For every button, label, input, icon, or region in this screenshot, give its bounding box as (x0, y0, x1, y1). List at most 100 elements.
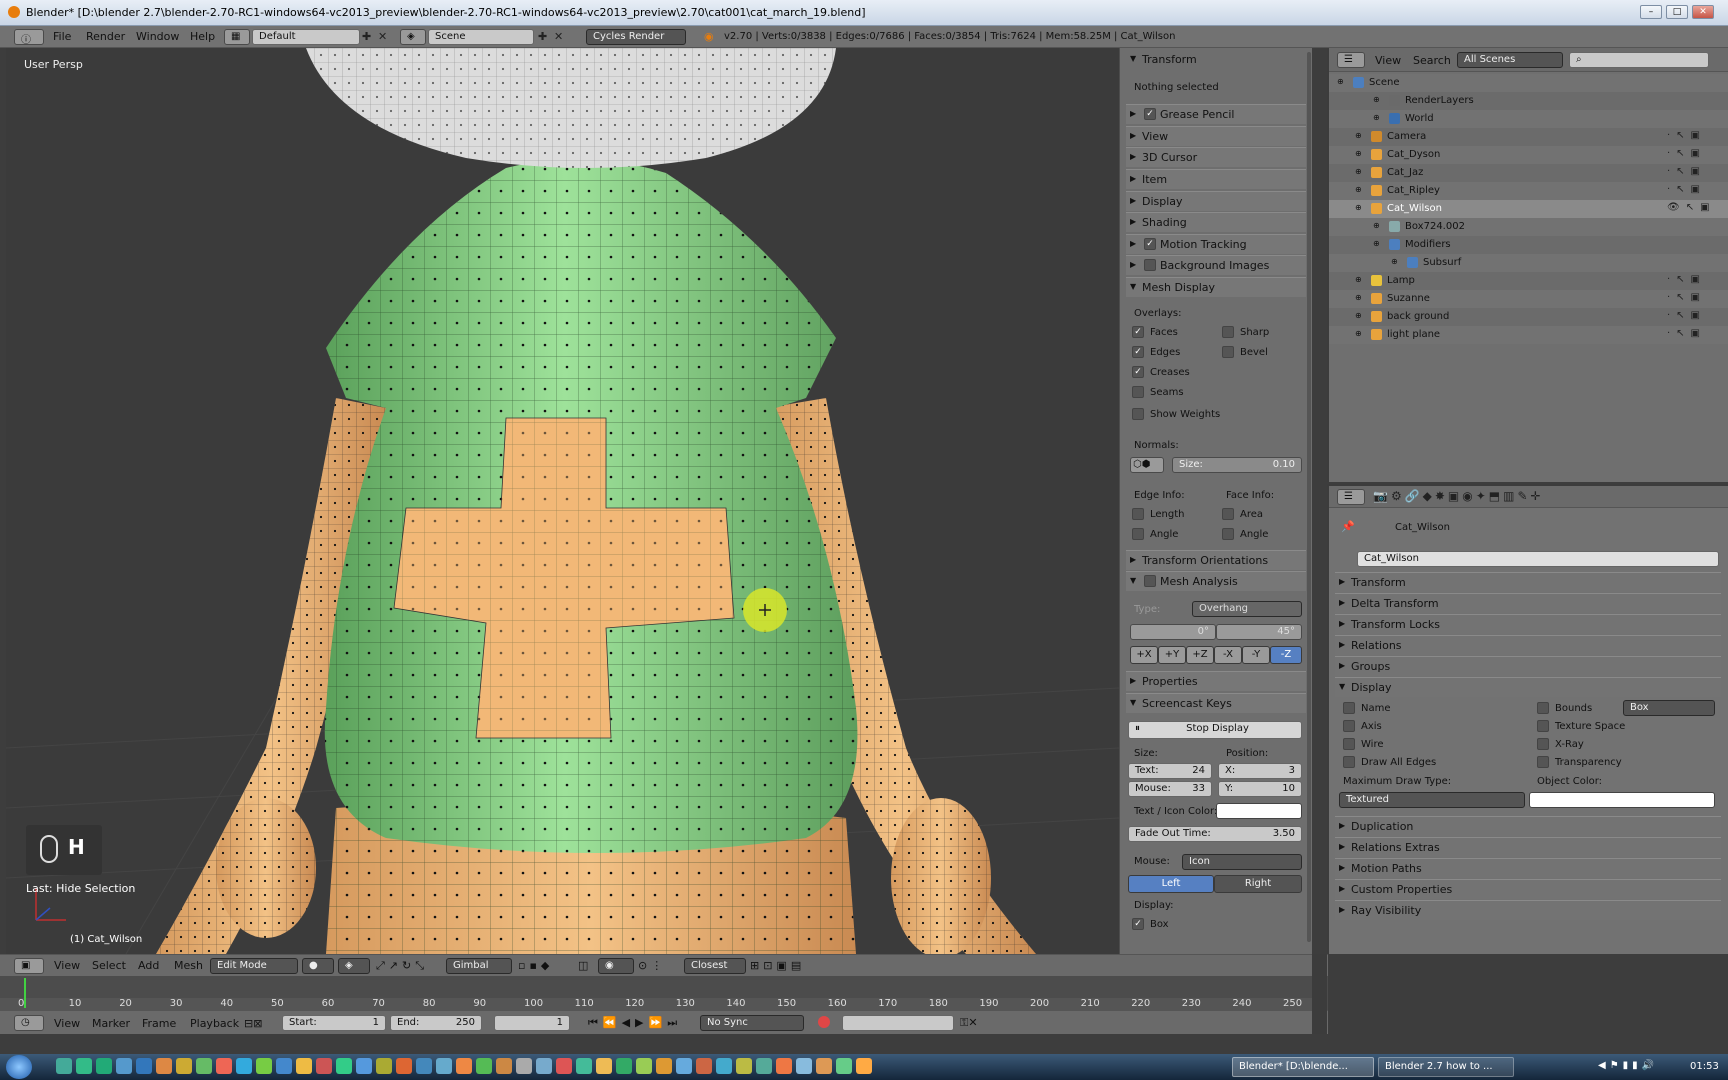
launcher-icon[interactable] (216, 1058, 232, 1074)
launcher-icon[interactable] (336, 1058, 352, 1074)
launcher-icon[interactable] (536, 1058, 552, 1074)
close-button[interactable]: ✕ (1692, 5, 1714, 19)
launcher-icon[interactable] (756, 1058, 772, 1074)
visibility-icons[interactable]: ·↖▣ (1667, 130, 1706, 141)
edge-angle-checkbox[interactable] (1132, 528, 1144, 540)
expand-icon[interactable]: ⊕ (1337, 77, 1344, 86)
launcher-icon[interactable] (176, 1058, 192, 1074)
outliner-row[interactable]: ⊕ Modifiers (1329, 236, 1728, 254)
show-weights-checkbox[interactable] (1132, 408, 1144, 420)
launcher-icon[interactable] (616, 1058, 632, 1074)
launcher-icon[interactable] (696, 1058, 712, 1074)
outliner-search-menu[interactable]: Search (1413, 54, 1451, 67)
snap-icons[interactable]: ⊙⋮ (638, 959, 666, 972)
expand-icon[interactable]: ⊕ (1373, 95, 1380, 104)
menu-help[interactable]: Help (190, 30, 215, 43)
bounds-checkbox[interactable] (1537, 702, 1549, 714)
expand-icon[interactable]: ⊕ (1355, 293, 1362, 302)
name-checkbox[interactable] (1343, 702, 1355, 714)
grease-pencil-checkbox[interactable]: ✓ (1144, 108, 1156, 120)
layout-grid-icon[interactable]: ▦ (224, 29, 250, 45)
right-button[interactable]: Right (1214, 875, 1302, 893)
faces-checkbox[interactable]: ✓ (1132, 326, 1144, 338)
expand-icon[interactable]: ⊕ (1355, 167, 1362, 176)
prop-section-motion-paths[interactable]: ▶ Motion Paths (1335, 858, 1721, 878)
bounds-type-select[interactable]: Box (1623, 700, 1715, 716)
current-frame-field[interactable]: 1 (494, 1015, 570, 1031)
record-icon[interactable] (818, 1016, 830, 1028)
visibility-icons[interactable]: 👁↖▣ (1667, 202, 1716, 213)
npanel-scrollbar[interactable] (1307, 52, 1311, 942)
outliner-search-input[interactable]: ⌕ (1569, 52, 1709, 68)
xray-checkbox[interactable] (1537, 738, 1549, 750)
max-draw-type-select[interactable]: Textured (1339, 792, 1525, 808)
normal-size-field[interactable]: Size: 0.10 (1172, 457, 1302, 473)
menu-file[interactable]: File (53, 30, 71, 43)
tray-icons[interactable]: ◀⚑▮▮🔊 (1598, 1060, 1658, 1071)
wire-checkbox[interactable] (1343, 738, 1355, 750)
outliner-row[interactable]: ⊕ Lamp ·↖▣ (1329, 272, 1728, 290)
timeline[interactable]: 0 10 20 30 40 50 60 70 80 90 100 110 120 130 140 150 160… (0, 976, 1328, 1010)
prop-section-relations[interactable]: ▶ Relations (1335, 635, 1721, 655)
screen-layout-field[interactable]: Default (252, 29, 360, 45)
launcher-icon[interactable] (136, 1058, 152, 1074)
panel-shading[interactable]: ▶ Shading (1126, 212, 1306, 232)
outliner-row[interactable]: ⊕ Scene (1329, 74, 1728, 92)
outliner-editor-icon[interactable]: ☰ (1337, 52, 1365, 68)
launcher-icon[interactable] (716, 1058, 732, 1074)
background-images-checkbox[interactable] (1144, 259, 1156, 271)
occlude-icon[interactable]: ◫ (578, 959, 588, 972)
mouse-size-field[interactable]: Mouse: 33 (1128, 781, 1212, 797)
maximize-button[interactable]: □ (1666, 5, 1688, 19)
object-name-field[interactable]: Cat_Wilson (1357, 551, 1719, 567)
outliner-row[interactable]: ⊕ Suzanne ·↖▣ (1329, 290, 1728, 308)
start-frame-field[interactable]: Start: 1 (282, 1015, 386, 1031)
context-tabs[interactable]: 📷⚙🔗◆✸▣◉✦⬒▥✎✛ (1373, 489, 1544, 503)
pin-icon[interactable]: 📌 (1341, 520, 1355, 533)
outliner-row[interactable]: ⊕ Cat_Ripley ·↖▣ (1329, 182, 1728, 200)
viewport-shading-select[interactable]: ● (302, 958, 334, 974)
axis-minus-z[interactable]: -Z (1270, 646, 1302, 664)
axis-minus-y[interactable]: -Y (1242, 646, 1270, 664)
panel-transform[interactable]: ▼ Transform (1126, 50, 1306, 70)
expand-icon[interactable]: ⊕ (1373, 221, 1380, 230)
overhang-min-field[interactable]: 0° (1130, 624, 1216, 640)
face-angle-checkbox[interactable] (1222, 528, 1234, 540)
outliner-row[interactable]: ⊕ Cat_Dyson ·↖▣ (1329, 146, 1728, 164)
outliner-row[interactable]: ⊕ Camera ·↖▣ (1329, 128, 1728, 146)
launcher-icon[interactable] (576, 1058, 592, 1074)
analysis-type-select[interactable]: Overhang (1192, 601, 1302, 617)
view3d-editor-icon[interactable]: ▣ (14, 958, 44, 974)
orientation-select[interactable]: Gimbal (446, 958, 512, 974)
visibility-icons[interactable]: ·↖▣ (1667, 148, 1706, 159)
remove-layout-icon[interactable]: ✕ (378, 30, 387, 43)
timeline-menu-marker[interactable]: Marker (92, 1017, 130, 1030)
outliner-row[interactable]: ⊕ back ground ·↖▣ (1329, 308, 1728, 326)
prop-section-transform-locks[interactable]: ▶ Transform Locks (1335, 614, 1721, 634)
launcher-icon[interactable] (676, 1058, 692, 1074)
launcher-icon[interactable] (276, 1058, 292, 1074)
launcher-icon[interactable] (296, 1058, 312, 1074)
panel-display[interactable]: ▶ Display (1126, 191, 1306, 211)
editor-type-button[interactable]: ⓘ (14, 29, 44, 45)
launcher-icon[interactable] (496, 1058, 512, 1074)
panel-screencast-keys[interactable]: ▼ Screencast Keys (1126, 693, 1306, 713)
panel-item[interactable]: ▶ Item (1126, 169, 1306, 189)
object-color-swatch[interactable] (1529, 792, 1715, 808)
menu-view[interactable]: View (54, 959, 80, 972)
menu-add[interactable]: Add (138, 959, 159, 972)
prop-section-display[interactable]: ▼ Display (1335, 677, 1721, 697)
launcher-icon[interactable] (656, 1058, 672, 1074)
pivot-select[interactable]: ◈ (338, 958, 370, 974)
panel-motion-tracking[interactable]: ▶ ✓ Motion Tracking (1126, 234, 1306, 254)
launcher-icon[interactable] (96, 1058, 112, 1074)
expand-icon[interactable]: ⊕ (1355, 311, 1362, 320)
launcher-icon[interactable] (316, 1058, 332, 1074)
timeline-menu-frame[interactable]: Frame (142, 1017, 176, 1030)
launcher-icon[interactable] (416, 1058, 432, 1074)
mode-select[interactable]: Edit Mode (210, 958, 298, 974)
add-scene-icon[interactable]: ✚ (538, 30, 547, 43)
motion-tracking-checkbox[interactable]: ✓ (1144, 238, 1156, 250)
3d-viewport[interactable]: User Persp H Last: Hide Selection (1) Ca… (6, 48, 1119, 954)
seams-checkbox[interactable] (1132, 386, 1144, 398)
